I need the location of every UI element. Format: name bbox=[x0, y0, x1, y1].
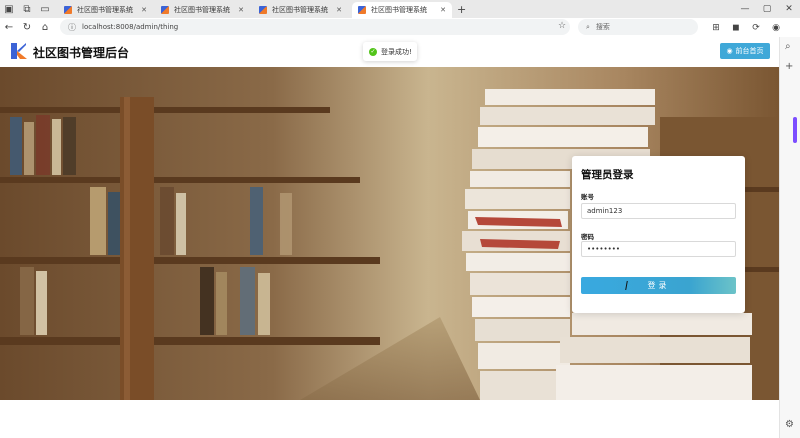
collections-icon[interactable]: ⊞ bbox=[706, 23, 726, 33]
close-tab-icon[interactable]: ✕ bbox=[141, 6, 147, 14]
browser-sidebar: ⌕ + ⚙ bbox=[779, 37, 800, 438]
site-info-icon[interactable]: ⓘ bbox=[68, 22, 76, 33]
minimize-icon[interactable]: — bbox=[734, 0, 756, 18]
brand-title: 社区图书管理后台 bbox=[33, 46, 130, 60]
sidebar-scroll-indicator bbox=[793, 117, 797, 143]
close-tab-icon[interactable]: ✕ bbox=[336, 6, 342, 14]
profile-icon[interactable]: ◉ bbox=[766, 23, 786, 33]
browser-tab-active[interactable]: 社区图书管理系统 ✕ bbox=[352, 2, 452, 18]
site-favicon-icon bbox=[259, 6, 267, 14]
home-icon[interactable]: ⌂ bbox=[36, 22, 54, 33]
maximize-icon[interactable]: ▢ bbox=[756, 0, 778, 18]
page-header: 社区图书管理后台 ✓ 登录成功! ◉ 前台首页 bbox=[0, 37, 779, 67]
password-input[interactable]: •••••••• bbox=[581, 241, 736, 257]
tab-list-icon[interactable]: ▭ bbox=[36, 0, 54, 18]
browser-toolbar: ← ↻ ⌂ ⓘ localhost:8008/admin/thing ☆ ⌕ 搜… bbox=[0, 18, 800, 37]
site-favicon-icon bbox=[358, 6, 366, 14]
admin-page: 社区图书管理后台 ✓ 登录成功! ◉ 前台首页 管理员登录 账号 admin12… bbox=[0, 37, 779, 438]
search-box[interactable]: ⌕ 搜索 bbox=[578, 19, 698, 35]
tab-title: 社区图书管理系统 bbox=[371, 6, 427, 14]
reload-icon[interactable]: ↻ bbox=[18, 22, 36, 33]
site-favicon-icon bbox=[161, 6, 169, 14]
browser-tab[interactable]: 社区图书管理系统 ✕ bbox=[58, 2, 153, 18]
front-home-button[interactable]: ◉ 前台首页 bbox=[720, 43, 770, 59]
extension-icon[interactable]: ◼ bbox=[726, 23, 746, 33]
sidebar-search-icon[interactable]: ⌕ bbox=[785, 41, 791, 52]
account-input[interactable]: admin123 bbox=[581, 203, 736, 219]
sidebar-add-icon[interactable]: + bbox=[785, 61, 793, 72]
success-toast: ✓ 登录成功! bbox=[363, 42, 417, 61]
browser-chrome: ▣ ⧉ ▭ 社区图书管理系统 ✕ 社区图书管理系统 ✕ 社区图书管理系统 ✕ 社… bbox=[0, 0, 800, 37]
tab-title: 社区图书管理系统 bbox=[77, 6, 133, 14]
new-tab-button[interactable]: + bbox=[457, 3, 466, 16]
eye-icon: ◉ bbox=[726, 47, 733, 55]
browser-tab[interactable]: 社区图书管理系统 ✕ bbox=[155, 2, 250, 18]
login-button[interactable]: 登录 bbox=[581, 277, 736, 294]
login-title: 管理员登录 bbox=[581, 169, 634, 181]
password-label: 密码 bbox=[581, 233, 594, 241]
search-placeholder: 搜索 bbox=[595, 23, 610, 31]
brand-logo-icon bbox=[11, 43, 27, 59]
login-card: 管理员登录 账号 admin123 密码 •••••••• 登录 bbox=[572, 156, 745, 313]
front-home-label: 前台首页 bbox=[735, 47, 764, 55]
sidebar-settings-icon[interactable]: ⚙ bbox=[785, 419, 794, 430]
url-text: localhost:8008/admin/thing bbox=[82, 23, 179, 31]
browser-tab[interactable]: 社区图书管理系统 ✕ bbox=[253, 2, 348, 18]
site-favicon-icon bbox=[64, 6, 72, 14]
back-icon[interactable]: ← bbox=[0, 22, 18, 33]
tab-title: 社区图书管理系统 bbox=[174, 6, 230, 14]
sync-icon[interactable]: ⟳ bbox=[746, 23, 766, 33]
search-icon: ⌕ bbox=[586, 22, 590, 31]
address-bar[interactable]: ⓘ localhost:8008/admin/thing bbox=[60, 19, 570, 35]
window-menu-icon[interactable]: ▣ bbox=[0, 0, 18, 18]
close-window-icon[interactable]: ✕ bbox=[778, 0, 800, 18]
success-check-icon: ✓ bbox=[369, 47, 377, 56]
bookmark-star-icon[interactable]: ☆ bbox=[558, 21, 566, 31]
close-tab-icon[interactable]: ✕ bbox=[238, 6, 244, 14]
tab-strip: ▣ ⧉ ▭ 社区图书管理系统 ✕ 社区图书管理系统 ✕ 社区图书管理系统 ✕ 社… bbox=[0, 0, 800, 18]
account-label: 账号 bbox=[581, 193, 594, 201]
close-tab-icon[interactable]: ✕ bbox=[440, 6, 446, 14]
toast-message: 登录成功! bbox=[381, 47, 412, 56]
tab-title: 社区图书管理系统 bbox=[272, 6, 328, 14]
tab-actions-icon[interactable]: ⧉ bbox=[18, 0, 36, 18]
